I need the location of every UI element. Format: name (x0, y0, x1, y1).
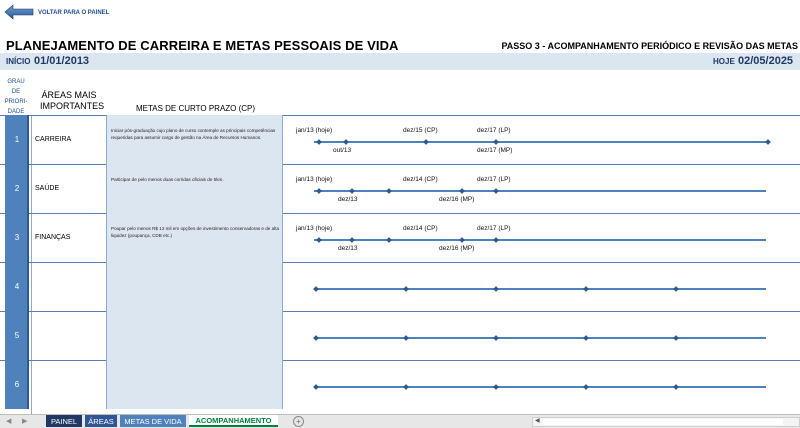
table-row: 3 FINANÇAS Poupar pelo menos R$ 12 mil em … (0, 213, 800, 262)
timeline-marker (765, 139, 771, 145)
inicio-label: INÍCIO (6, 57, 31, 66)
tab-metas-de-vida[interactable]: METAS DE VIDA (120, 415, 186, 427)
timeline-label-top: dez/17 (LP) (477, 127, 511, 134)
area-cell[interactable] (35, 262, 105, 311)
goal-cell[interactable]: Iniciar pós-graduação cujo plano de curs… (106, 115, 283, 164)
goal-text: Participar de pelo menos duas corridas o… (111, 177, 224, 182)
area-cell[interactable]: SAÚDE (35, 164, 105, 213)
add-sheet-icon[interactable]: + (293, 416, 304, 427)
timeline-label-bottom: dez/13 (338, 245, 358, 252)
priority-cell[interactable]: 4 (5, 262, 29, 311)
hoje-value: 02/05/2025 (738, 55, 794, 67)
timeline-label-bottom: out/13 (333, 147, 352, 154)
area-cell[interactable] (35, 360, 105, 409)
timeline-label-top: dez/15 (CP) (403, 127, 438, 134)
step-title: PASSO 3 - ACOMPANHAMENTO PERIÓDICO E REV… (501, 41, 798, 51)
table-row: 5 (0, 311, 800, 360)
timeline-cell (284, 262, 800, 311)
priority-cell[interactable]: 3 (5, 213, 29, 262)
timeline-label-top: dez/17 (LP) (477, 225, 511, 232)
priority-header-text: GRAU DE PRIORI-DADE (4, 79, 28, 115)
timeline-cell (284, 311, 800, 360)
back-to-panel-link[interactable]: VOLTAR PARA O PAINEL (38, 10, 109, 16)
areas-column-header: ÁREAS MAIS IMPORTANTES (40, 90, 105, 111)
back-arrow-icon[interactable] (4, 4, 34, 20)
goal-cell[interactable] (106, 262, 283, 311)
timeline-line (314, 239, 766, 241)
timeline-label-top: jan/13 (hoje) (296, 176, 333, 183)
table-row: 4 (0, 262, 800, 311)
timeline-label-top: dez/14 (CP) (403, 176, 438, 183)
timeline-end (763, 384, 769, 390)
timeline-line (314, 141, 766, 143)
table-row: 1 CARREIRA Iniciar pós-graduação cujo plan… (0, 115, 800, 164)
timeline-label-bottom: dez/16 (MP) (439, 245, 475, 252)
priority-cell[interactable]: 1 (5, 115, 29, 164)
timeline-label-bottom: dez/17 (MP) (477, 147, 513, 154)
tab-areas[interactable]: ÁREAS (85, 415, 117, 427)
tab-acompanhamento[interactable]: ACOMPANHAMENTO (189, 415, 278, 427)
inicio-value[interactable]: 01/01/2013 (34, 55, 89, 67)
timeline-line (314, 386, 766, 388)
page-title: PLANEJAMENTO DE CARREIRA E METAS PESSOAI… (6, 38, 399, 53)
goal-text: Poupar pelo menos R$ 12 mil em opções de… (111, 226, 280, 238)
prev-sheet-icon[interactable]: ◀ (6, 417, 11, 425)
goals-column-header: METAS DE CURTO PRAZO (CP) (135, 104, 256, 113)
priority-column-header: GRAU DE PRIORI-DADE (4, 77, 28, 117)
hoje-label: HOJE (713, 57, 735, 66)
timeline-label-top: dez/17 (LP) (477, 176, 511, 183)
area-cell[interactable]: FINANÇAS (35, 213, 105, 262)
area-cell[interactable]: CARREIRA (35, 115, 105, 164)
timeline-label-top: jan/13 (hoje) (296, 127, 333, 134)
scroll-left-icon[interactable]: ◀ (535, 417, 540, 424)
next-sheet-icon[interactable]: ▶ (22, 417, 27, 425)
priority-cell[interactable]: 2 (5, 164, 29, 213)
goal-cell[interactable] (106, 360, 283, 409)
sheet-tab-bar: ◀ ▶ PAINEL ÁREAS METAS DE VIDA ACOMPANHA… (0, 414, 800, 428)
timeline-label-bottom: dez/16 (MP) (439, 196, 475, 203)
timeline-label-bottom: dez/13 (338, 196, 358, 203)
timeline-cell: jan/13 (hoje) dez/14 (CP) dez/17 (LP) dez/1… (284, 164, 800, 213)
timeline-end (763, 286, 769, 292)
timeline-cell (284, 360, 800, 409)
goal-text: Iniciar pós-graduação cujo plano de curs… (111, 128, 276, 140)
table-row: 6 (0, 360, 800, 409)
timeline-cell: jan/13 (hoje) dez/14 (CP) dez/17 (LP) dez/1… (284, 213, 800, 262)
tab-painel[interactable]: PAINEL (46, 415, 82, 427)
priority-cell[interactable]: 6 (5, 360, 29, 409)
area-cell[interactable] (35, 311, 105, 360)
priority-cell[interactable]: 5 (5, 311, 29, 360)
timeline-label-top: jan/13 (hoje) (296, 225, 333, 232)
horizontal-scrollbar[interactable]: ◀ (532, 417, 800, 427)
date-band (0, 53, 800, 70)
goal-cell[interactable]: Poupar pelo menos R$ 12 mil em opções de… (106, 213, 283, 262)
goal-cell[interactable]: Participar de pelo menos duas corridas o… (106, 164, 283, 213)
timeline-label-top: dez/14 (CP) (403, 225, 438, 232)
timeline-line (314, 337, 766, 339)
timeline-line (314, 288, 766, 290)
timeline-cell: jan/13 (hoje) dez/15 (CP) dez/17 (LP) out/1… (284, 115, 800, 164)
scrollbar-thumb[interactable] (543, 419, 783, 425)
table-row: 2 SAÚDE Participar de pelo menos duas corr… (0, 164, 800, 213)
timeline-line (314, 190, 766, 192)
timeline-end (763, 335, 769, 341)
goal-cell[interactable] (106, 311, 283, 360)
